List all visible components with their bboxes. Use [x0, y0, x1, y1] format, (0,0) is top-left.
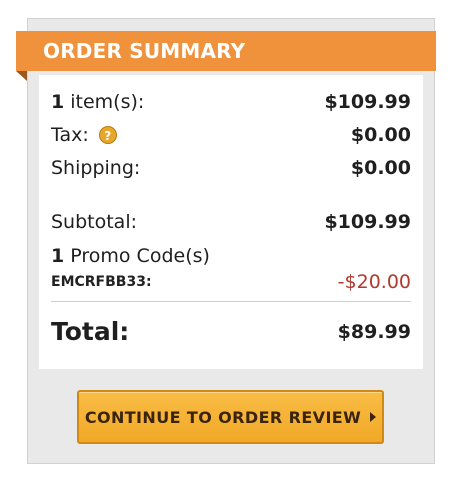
tax-row: Tax: ? $0.00	[51, 124, 411, 146]
shipping-value: $0.00	[350, 157, 411, 179]
header-ribbon-fold	[16, 71, 27, 81]
items-value: $109.99	[324, 91, 411, 113]
continue-to-order-review-button[interactable]: CONTINUE TO ORDER REVIEW	[77, 390, 384, 444]
items-label: item(s):	[70, 91, 145, 113]
promo-code-row: EMCRFBB33: -$20.00	[51, 271, 411, 293]
order-summary-title: ORDER SUMMARY	[16, 31, 436, 71]
total-value: $89.99	[337, 320, 411, 343]
order-summary-card: 1 item(s): $109.99 Tax: ? $0.00 Shipping…	[39, 75, 423, 369]
shipping-label: Shipping:	[51, 157, 141, 179]
tax-value: $0.00	[350, 124, 411, 146]
promo-code: EMCRFBB33:	[51, 274, 152, 290]
items-count: 1	[51, 91, 65, 113]
tax-label: Tax:	[51, 124, 89, 146]
items-row: 1 item(s): $109.99	[51, 91, 411, 113]
continue-button-label: CONTINUE TO ORDER REVIEW	[84, 407, 362, 427]
promo-row: 1 Promo Code(s)	[51, 245, 411, 267]
subtotal-value: $109.99	[324, 211, 411, 233]
total-divider	[51, 301, 411, 302]
promo-count: 1	[51, 245, 65, 267]
total-row: Total: $89.99	[51, 317, 411, 346]
caret-right-icon	[370, 412, 377, 422]
promo-discount: -$20.00	[337, 271, 411, 293]
shipping-row: Shipping: $0.00	[51, 157, 411, 179]
question-mark-circle-icon[interactable]: ?	[98, 126, 117, 144]
subtotal-row: Subtotal: $109.99	[51, 211, 411, 233]
total-label: Total:	[51, 317, 130, 346]
subtotal-label: Subtotal:	[51, 211, 138, 233]
promo-label: Promo Code(s)	[70, 245, 210, 267]
